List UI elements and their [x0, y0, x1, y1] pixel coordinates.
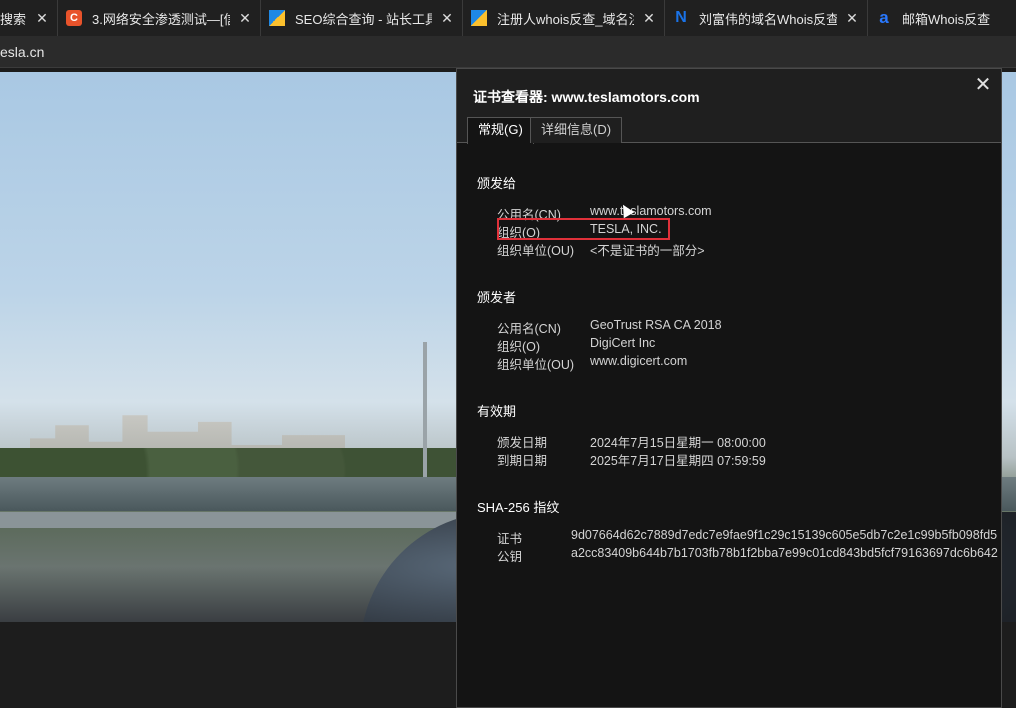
browser-tab[interactable]: N 刘富伟的域名Whois反查 - ✕ — [665, 0, 868, 36]
section-validity-title: 有效期 — [477, 404, 517, 419]
field-label: 组织单位(OU) — [497, 358, 575, 372]
tab-details[interactable]: 详细信息(D) — [530, 117, 623, 143]
section-fingerprint-title: SHA-256 指纹 — [477, 500, 560, 515]
section-issued-to-title: 颁发给 — [477, 176, 517, 191]
browser-tab[interactable]: SEO综合查询 - 站长工具 ✕ — [261, 0, 463, 36]
field-label: 组织单位(OU) — [497, 244, 575, 258]
tab-title: 3.网络安全渗透测试—[信息 — [92, 11, 230, 27]
chinaz-icon — [471, 10, 487, 26]
close-icon[interactable]: ✕ — [973, 75, 993, 95]
section-issued-by-title: 颁发者 — [477, 290, 517, 305]
field-value: 2024年7月15日星期一 08:00:00 — [590, 436, 766, 450]
tab-close-icon[interactable]: ✕ — [35, 10, 49, 27]
field-label: 公用名(CN) — [497, 208, 561, 222]
field-label: 组织(O) — [497, 226, 541, 240]
tab-close-icon[interactable]: ✕ — [845, 10, 859, 27]
browser-tab[interactable]: 注册人whois反查_域名注册 ✕ — [463, 0, 665, 36]
tab-title: SEO综合查询 - 站长工具 — [295, 11, 432, 27]
field-label: 公用名(CN) — [497, 322, 561, 336]
tab-title: 邮箱Whois反查 — [902, 11, 991, 27]
dialog-tabs: 常规(G) 详细信息(D) — [457, 103, 1001, 144]
field-value: TESLA, INC. — [590, 222, 662, 236]
address-bar[interactable]: esla.cn — [0, 36, 1016, 68]
tab-title: 注册人whois反查_域名注册 — [497, 11, 634, 27]
browser-tab[interactable]: a 邮箱Whois反查 — [868, 0, 1016, 36]
tab-title: 刘富伟的域名Whois反查 - — [699, 11, 837, 27]
address-text: esla.cn — [0, 43, 45, 60]
field-value: 9d07664d62c7889d7edc7e9fae9f1c29c15139c6… — [571, 528, 998, 542]
n-icon: N — [675, 9, 687, 26]
browser-tab[interactable]: 搜索 ✕ — [0, 0, 58, 36]
field-value: a2cc83409b644b7b1703fb78b1f2bba7e99c01cd… — [571, 546, 998, 560]
browser-tab[interactable]: C 3.网络安全渗透测试—[信息 ✕ — [58, 0, 261, 36]
tab-title: 搜索 — [0, 11, 27, 27]
field-value: DigiCert Inc — [590, 336, 656, 350]
tab-general[interactable]: 常规(G) — [467, 117, 534, 144]
light-pole — [423, 342, 427, 492]
dialog-header: 证书查看器: www.teslamotors.com ✕ — [457, 69, 1001, 105]
csdn-c-icon: C — [66, 10, 82, 26]
tab-close-icon[interactable]: ✕ — [642, 10, 656, 27]
chinaz-icon — [269, 10, 285, 26]
browser-tab-bar: 搜索 ✕ C 3.网络安全渗透测试—[信息 ✕ SEO综合查询 - 站长工具 ✕… — [0, 0, 1016, 36]
field-value: www.digicert.com — [590, 354, 688, 368]
field-label: 颁发日期 — [497, 436, 548, 450]
field-value: 2025年7月17日星期四 07:59:59 — [590, 454, 766, 468]
tab-close-icon[interactable]: ✕ — [238, 10, 252, 27]
field-label: 组织(O) — [497, 340, 541, 354]
field-label: 公钥 — [497, 550, 523, 564]
field-label: 到期日期 — [497, 454, 548, 468]
field-value: <不是证书的一部分> — [590, 244, 705, 258]
field-value: www.teslamotors.com — [590, 204, 712, 218]
tab-close-icon[interactable]: ✕ — [440, 10, 454, 27]
field-label: 证书 — [497, 532, 523, 546]
a-icon: a — [879, 8, 889, 27]
field-value: GeoTrust RSA CA 2018 — [590, 318, 722, 332]
certificate-viewer-dialog: 证书查看器: www.teslamotors.com ✕ 常规(G) 详细信息(… — [456, 68, 1002, 708]
